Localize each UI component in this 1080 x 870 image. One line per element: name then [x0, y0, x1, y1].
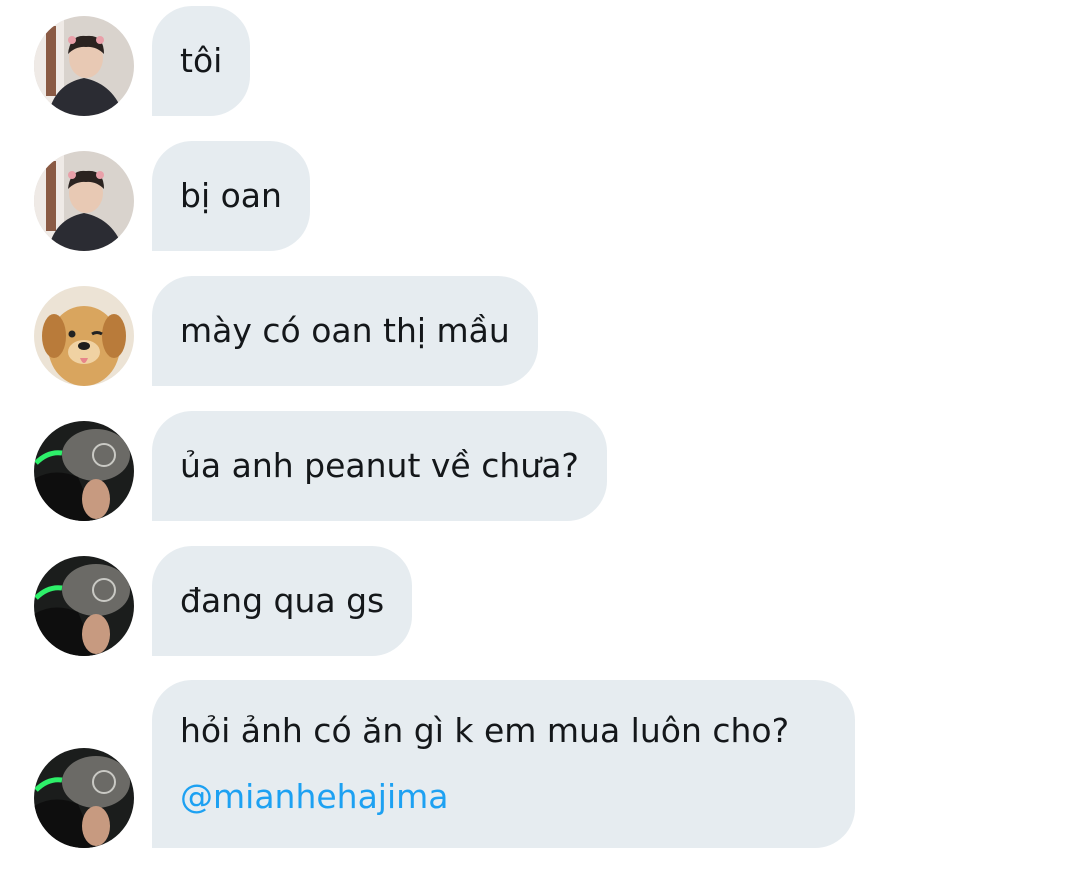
message-text: tôi — [180, 41, 223, 80]
message-bubble[interactable]: bị oan — [152, 141, 310, 251]
message-text: bị oan — [180, 176, 282, 215]
message-text: mày có oan thị mầu — [180, 311, 510, 350]
avatar[interactable] — [34, 16, 134, 116]
avatar[interactable] — [34, 151, 134, 251]
message-bubble[interactable]: đang qua gs — [152, 546, 413, 656]
avatar[interactable] — [34, 556, 134, 656]
avatar[interactable] — [34, 748, 134, 848]
message-bubble[interactable]: ủa anh peanut về chưa? — [152, 411, 607, 521]
message-text: đang qua gs — [180, 581, 385, 620]
message-bubble[interactable]: mày có oan thị mầu — [152, 276, 538, 386]
message-text: ủa anh peanut về chưa? — [180, 446, 579, 485]
avatar[interactable] — [34, 286, 134, 386]
message-text: hỏi ảnh có ăn gì k em mua luôn cho? — [180, 711, 790, 750]
mention-link[interactable]: @mianhehajima — [180, 764, 827, 830]
message-bubble[interactable]: tôi — [152, 6, 251, 116]
avatar[interactable] — [34, 421, 134, 521]
message-bubble[interactable]: hỏi ảnh có ăn gì k em mua luôn cho? @mia… — [152, 680, 855, 848]
